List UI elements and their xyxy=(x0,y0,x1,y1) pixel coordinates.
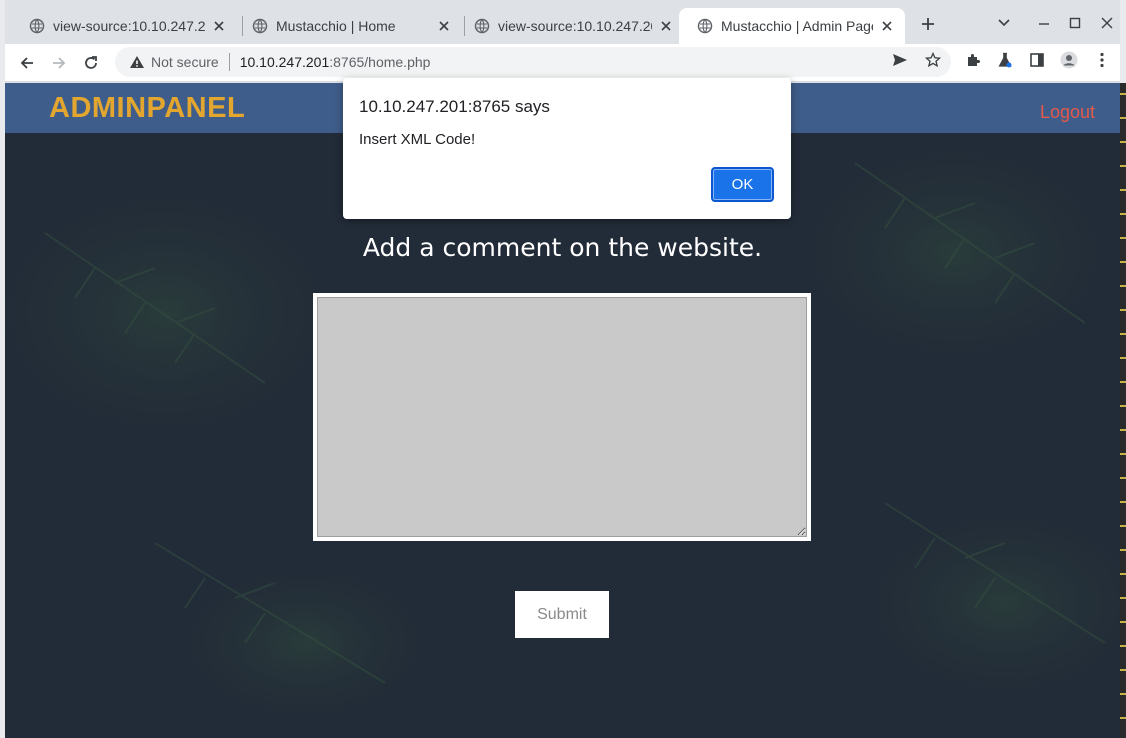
star-icon[interactable] xyxy=(924,51,942,69)
minimize-icon xyxy=(1039,23,1049,25)
logout-link[interactable]: Logout xyxy=(1040,102,1120,123)
forward-button[interactable] xyxy=(47,51,71,75)
comment-textarea[interactable] xyxy=(317,297,807,537)
side-panel-icon[interactable] xyxy=(1028,51,1046,69)
back-button[interactable] xyxy=(15,51,39,75)
maximize-icon xyxy=(1069,17,1081,29)
close-icon[interactable] xyxy=(879,18,895,34)
minimize-button[interactable] xyxy=(1033,12,1055,34)
page-heading: Add a comment on the website. xyxy=(362,233,763,262)
tab-view-source-home[interactable]: view-source:10.10.247.201:8765/home.php xyxy=(11,8,237,44)
tab-title: Mustacchio | Admin Page xyxy=(721,18,873,34)
close-icon xyxy=(1101,17,1113,29)
new-tab-button[interactable] xyxy=(917,13,939,35)
brand-logo[interactable]: ADMINPANEL xyxy=(49,92,245,125)
address-separator xyxy=(228,53,230,71)
close-icon[interactable] xyxy=(658,18,674,34)
send-icon[interactable] xyxy=(891,51,909,69)
address-bar[interactable]: Not secure 10.10.247.201:8765/home.php xyxy=(115,47,951,77)
globe-icon xyxy=(29,18,45,34)
extensions-icon[interactable] xyxy=(964,51,982,69)
chevron-down-icon xyxy=(998,19,1010,27)
tab-title: Mustacchio | Home xyxy=(276,18,396,34)
tab-title: view-source:10.10.247.201:8765/home.php xyxy=(53,18,205,34)
maximize-button[interactable] xyxy=(1064,12,1086,34)
url-path: :8765/home.php xyxy=(329,54,431,70)
comment-box xyxy=(313,293,811,541)
tab-view-source-root[interactable]: view-source:10.10.247.201:8765/ xyxy=(456,8,684,44)
profile-icon[interactable] xyxy=(1060,51,1078,69)
close-icon[interactable] xyxy=(211,18,227,34)
plus-icon xyxy=(922,18,934,30)
arrow-right-icon xyxy=(53,57,66,69)
security-label[interactable]: Not secure xyxy=(151,54,219,70)
reload-icon xyxy=(85,56,97,69)
tab-admin-page[interactable]: Mustacchio | Admin Page xyxy=(679,8,905,44)
globe-icon xyxy=(474,18,490,34)
globe-icon xyxy=(697,18,713,34)
tab-strip: view-source:10.10.247.201:8765/home.php … xyxy=(5,0,1120,44)
arrow-left-icon xyxy=(20,57,33,69)
ok-button[interactable]: OK xyxy=(711,167,774,202)
close-icon[interactable] xyxy=(436,18,452,34)
reload-button[interactable] xyxy=(79,51,103,75)
tab-title: view-source:10.10.247.201:8765/ xyxy=(498,18,652,34)
browser-window: view-source:10.10.247.201:8765/home.php … xyxy=(0,0,1126,738)
warning-icon xyxy=(129,54,145,70)
dialog-message: Insert XML Code! xyxy=(359,131,476,148)
tab-search-button[interactable] xyxy=(993,12,1015,34)
alert-dialog: 10.10.247.201:8765 says Insert XML Code!… xyxy=(343,78,791,219)
menu-kebab-icon[interactable] xyxy=(1093,51,1111,69)
submit-button[interactable]: Submit xyxy=(515,591,609,638)
browser-toolbar: Not secure 10.10.247.201:8765/home.php xyxy=(5,44,1120,82)
globe-icon xyxy=(252,18,268,34)
flask-icon[interactable] xyxy=(996,51,1014,69)
url-host: 10.10.247.201 xyxy=(239,54,330,70)
window-edge-decoration xyxy=(1120,83,1126,738)
dialog-title: 10.10.247.201:8765 says xyxy=(359,97,550,116)
tab-mustacchio-home[interactable]: Mustacchio | Home xyxy=(234,8,462,44)
window-close-button[interactable] xyxy=(1096,12,1118,34)
